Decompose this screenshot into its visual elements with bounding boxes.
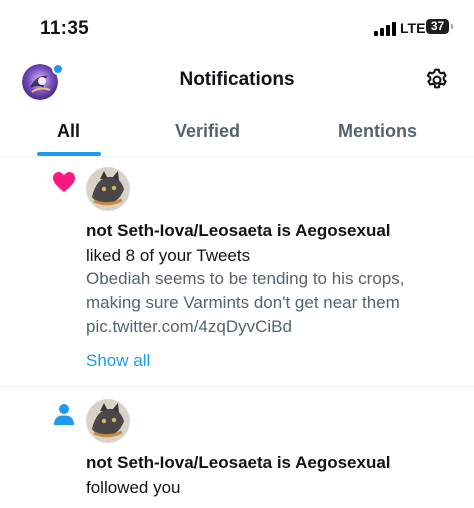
active-tab-indicator — [37, 152, 101, 156]
tab-verified[interactable]: Verified — [175, 121, 240, 142]
status-time: 11:35 — [40, 18, 90, 39]
notification-item-like[interactable]: not Seth-Iova/Leosaeta is Aegosexual lik… — [0, 157, 474, 386]
avatar[interactable] — [86, 399, 130, 443]
tweet-preview-text[interactable]: Obediah seems to be tending to his crops… — [86, 267, 456, 339]
status-bar: 11:35 LTE 37 — [0, 0, 474, 52]
person-icon — [53, 403, 75, 432]
tab-all[interactable]: All — [57, 121, 80, 142]
notification-tabs: All Verified Mentions — [0, 110, 474, 157]
gear-icon[interactable] — [424, 67, 450, 93]
network-type: LTE — [400, 20, 426, 36]
avatar[interactable] — [86, 167, 130, 211]
battery-level: 37 — [430, 19, 445, 33]
battery-tip — [451, 24, 453, 29]
battery-icon: 37 — [426, 19, 449, 34]
notification-item-follow[interactable]: not Seth-Iova/Leosaeta is Aegosexual fol… — [0, 387, 474, 508]
heart-icon — [52, 171, 76, 198]
notification-user-name[interactable]: not Seth-Iova/Leosaeta is Aegosexual — [86, 221, 391, 241]
notification-user-name[interactable]: not Seth-Iova/Leosaeta is Aegosexual — [86, 453, 391, 473]
page-title: Notifications — [179, 69, 295, 90]
show-all-link[interactable]: Show all — [86, 351, 150, 371]
notification-action: followed you — [86, 478, 181, 497]
cellular-signal-icon — [374, 22, 396, 36]
notification-action: liked 8 of your Tweets — [86, 246, 251, 265]
tab-mentions[interactable]: Mentions — [338, 121, 417, 142]
